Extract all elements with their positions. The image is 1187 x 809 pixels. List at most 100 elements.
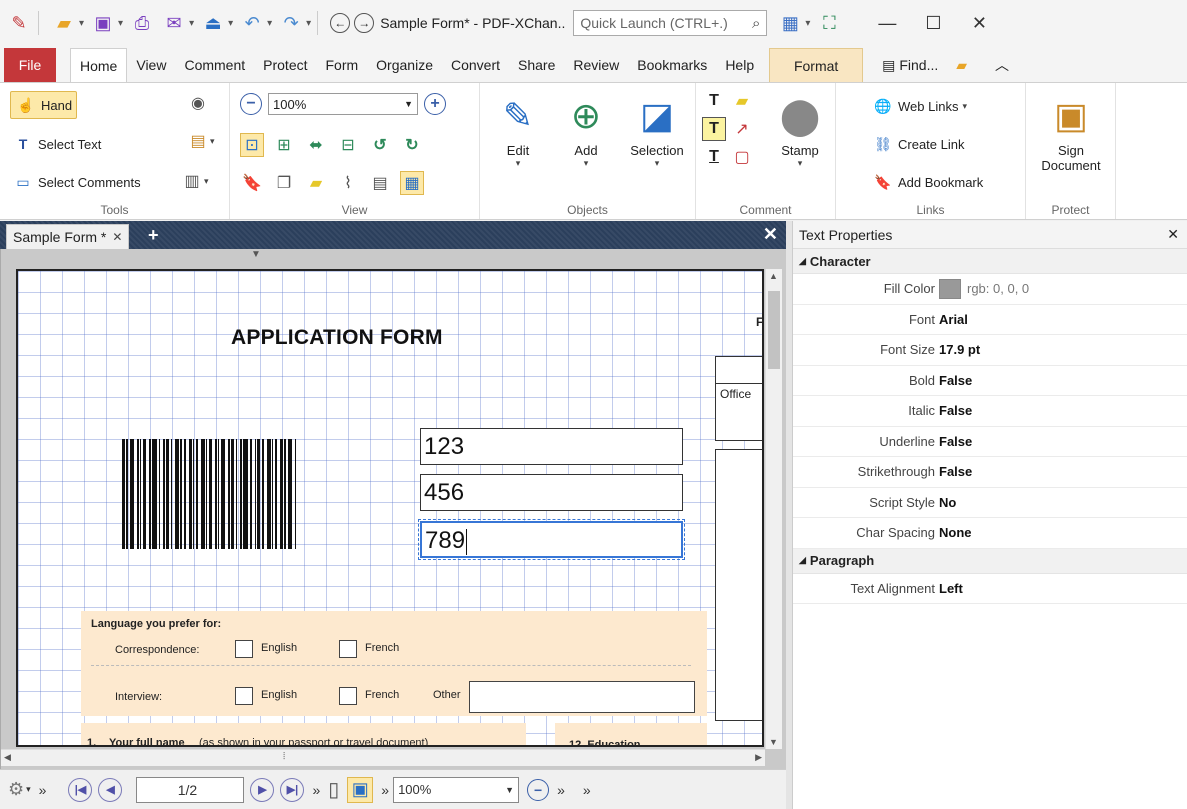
- tab-help[interactable]: Help: [716, 48, 763, 82]
- form-field-2[interactable]: 456: [420, 474, 683, 511]
- document-viewport[interactable]: ▼ APPLICATION FORM F 123 456 789 Office …: [0, 249, 786, 769]
- chevron-down-icon[interactable]: ▾: [210, 136, 215, 147]
- bookmark-icon[interactable]: 🔖: [240, 171, 264, 195]
- sign-document-button[interactable]: ▣ Sign Document: [1034, 89, 1108, 173]
- minimize-button[interactable]: —: [864, 0, 910, 46]
- callout-icon[interactable]: T: [702, 145, 726, 169]
- options-gear-icon[interactable]: ⚙: [8, 779, 24, 800]
- property-row[interactable]: Bold False: [793, 366, 1187, 396]
- email-icon[interactable]: ✉: [161, 10, 187, 36]
- interview-english-checkbox[interactable]: [235, 687, 253, 705]
- scroll-right-icon[interactable]: ▶: [755, 752, 762, 763]
- tab-protect[interactable]: Protect: [254, 48, 316, 82]
- back-icon[interactable]: ←: [330, 13, 351, 33]
- correspondence-english-checkbox[interactable]: [235, 640, 253, 658]
- statusbar-zoom-select[interactable]: 100% ▼: [393, 776, 520, 803]
- last-page-icon[interactable]: ▶|: [280, 777, 305, 802]
- property-row[interactable]: Font Arial: [793, 305, 1187, 335]
- format-painter-icon[interactable]: ▥: [180, 169, 204, 193]
- tab-home[interactable]: Home: [70, 48, 128, 82]
- selection-button[interactable]: ◪ Selection ▾: [622, 89, 692, 169]
- tab-review[interactable]: Review: [564, 48, 628, 82]
- chevron-down-icon[interactable]: ▾: [204, 176, 209, 187]
- folder-search-icon[interactable]: ▰: [947, 48, 976, 82]
- new-tab-icon[interactable]: +: [148, 225, 159, 246]
- find-button[interactable]: ▤ Find...: [873, 48, 947, 82]
- tab-comment[interactable]: Comment: [175, 48, 254, 82]
- rotate-left-icon[interactable]: ↺: [368, 133, 392, 157]
- property-row[interactable]: Italic False: [793, 396, 1187, 427]
- web-links-button[interactable]: 🌐 Web Links ▾: [868, 93, 971, 119]
- property-row[interactable]: Font Size 17.9 pt: [793, 335, 1187, 366]
- maximize-button[interactable]: ☐: [910, 0, 956, 46]
- scroll-up-icon[interactable]: ▲: [769, 271, 778, 281]
- property-row[interactable]: Script Style No: [793, 488, 1187, 518]
- continuous-page-icon[interactable]: ▣: [347, 776, 374, 803]
- overflow-chevron-icon[interactable]: »: [381, 782, 389, 798]
- undo-icon[interactable]: ↶: [239, 10, 265, 36]
- properties-icon[interactable]: ▤: [368, 171, 392, 195]
- overflow-chevron-icon[interactable]: »: [39, 782, 47, 798]
- close-window-button[interactable]: ✕: [956, 0, 1002, 46]
- property-row[interactable]: Char Spacing None: [793, 518, 1187, 549]
- close-tab-icon[interactable]: ✕: [112, 230, 122, 244]
- attachments-icon[interactable]: ⌇: [336, 171, 360, 195]
- first-page-icon[interactable]: |◀: [68, 777, 93, 802]
- tab-convert[interactable]: Convert: [442, 48, 509, 82]
- close-panel-icon[interactable]: ✕: [1167, 226, 1179, 243]
- select-text-button[interactable]: T Select Text: [8, 131, 105, 157]
- zoom-out-icon[interactable]: −: [527, 778, 550, 801]
- tab-share[interactable]: Share: [509, 48, 564, 82]
- print-icon[interactable]: ⎙: [129, 10, 155, 36]
- scroll-thumb[interactable]: [768, 291, 780, 369]
- comments-icon[interactable]: ▰: [304, 171, 328, 195]
- sticky-note-icon[interactable]: ▰: [730, 89, 754, 113]
- stamp-button[interactable]: ⬤ Stamp ▾: [768, 89, 832, 169]
- property-row[interactable]: Text Alignment Left: [793, 574, 1187, 604]
- open-folder-icon[interactable]: ▰: [51, 10, 77, 36]
- add-bookmark-button[interactable]: 🔖 Add Bookmark: [868, 169, 987, 195]
- edit-button[interactable]: ✎ Edit ▾: [486, 89, 550, 169]
- chevron-down-icon[interactable]: ▾: [306, 18, 311, 29]
- fit-width-icon[interactable]: ⬌: [304, 133, 328, 157]
- camera-icon[interactable]: ◉: [186, 91, 210, 115]
- save-icon[interactable]: ▣: [90, 10, 116, 36]
- form-field-3[interactable]: 789: [418, 519, 685, 560]
- tab-bookmarks[interactable]: Bookmarks: [628, 48, 716, 82]
- horizontal-scrollbar[interactable]: ◀ ⦙ ▶: [1, 749, 765, 766]
- chevron-down-icon[interactable]: ▾: [118, 18, 123, 29]
- chevron-down-icon[interactable]: ▾: [805, 18, 810, 29]
- tab-file[interactable]: File: [4, 48, 56, 82]
- text-box-icon[interactable]: T: [702, 117, 726, 141]
- close-document-icon[interactable]: ✕: [763, 224, 778, 245]
- overflow-chevron-icon[interactable]: »: [312, 782, 320, 798]
- property-row[interactable]: Underline False: [793, 427, 1187, 457]
- chevron-down-icon[interactable]: ▾: [189, 18, 194, 29]
- quick-launch-input[interactable]: Quick Launch (CTRL+.) ⌕: [573, 10, 768, 36]
- tab-form[interactable]: Form: [317, 48, 368, 82]
- form-field-1[interactable]: 123: [420, 428, 683, 465]
- customize-icon[interactable]: ▦: [777, 10, 803, 36]
- tab-organize[interactable]: Organize: [367, 48, 442, 82]
- rotate-right-icon[interactable]: ↻: [400, 133, 424, 157]
- next-page-icon[interactable]: ▶: [250, 777, 275, 802]
- fill-color-row[interactable]: Fill Color rgb: 0, 0, 0: [793, 274, 1187, 305]
- arrow-icon[interactable]: ↗: [730, 117, 754, 141]
- scroll-grip-icon[interactable]: ⦙: [283, 751, 285, 762]
- property-row[interactable]: Strikethrough False: [793, 457, 1187, 488]
- tab-format[interactable]: Format: [769, 48, 864, 82]
- correspondence-french-checkbox[interactable]: [339, 640, 357, 658]
- redo-icon[interactable]: ↷: [278, 10, 304, 36]
- tab-view[interactable]: View: [127, 48, 175, 82]
- chevron-down-icon[interactable]: ▾: [228, 18, 233, 29]
- pdf-page[interactable]: APPLICATION FORM F 123 456 789 Office La…: [16, 269, 764, 747]
- select-comments-button[interactable]: ▭ Select Comments: [8, 169, 145, 195]
- rectangle-icon[interactable]: ▢: [730, 145, 754, 169]
- chevron-down-icon[interactable]: ▾: [267, 18, 272, 29]
- vertical-scrollbar[interactable]: ▲ ▼: [765, 269, 782, 749]
- fullscreen-icon[interactable]: ⛶: [816, 10, 842, 36]
- chevron-down-icon[interactable]: ▾: [26, 784, 31, 795]
- form-fields-icon[interactable]: ▦: [400, 171, 424, 195]
- collapse-ribbon-icon[interactable]: ︿: [986, 48, 1018, 82]
- previous-page-icon[interactable]: ◀: [98, 777, 123, 802]
